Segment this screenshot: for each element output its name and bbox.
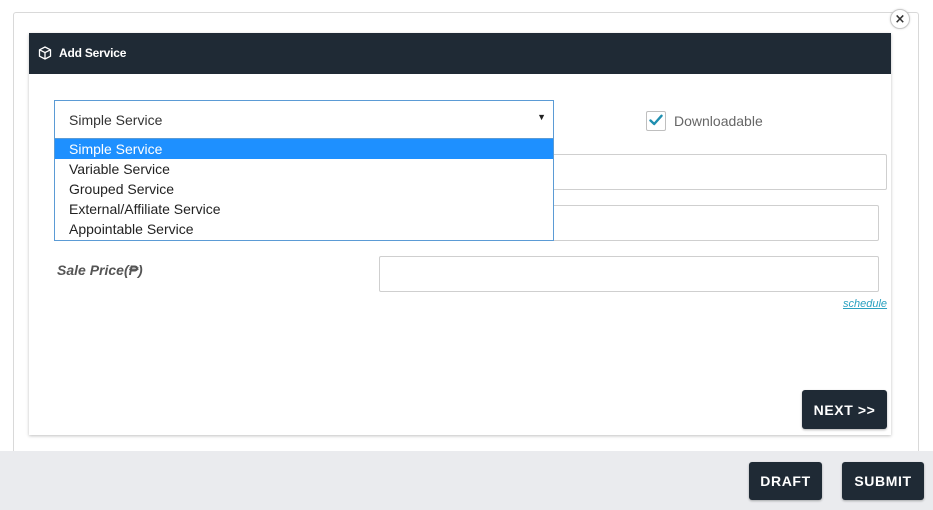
next-button[interactable]: NEXT >>	[802, 390, 887, 429]
option-variable-service[interactable]: Variable Service	[55, 159, 553, 179]
service-type-dropdown: Simple Service Variable Service Grouped …	[54, 139, 554, 241]
service-type-selected: Simple Service	[69, 112, 163, 128]
sale-price-label: Sale Price(₱)	[57, 262, 143, 278]
option-external-affiliate-service[interactable]: External/Affiliate Service	[55, 199, 553, 219]
close-button[interactable]: ×	[890, 9, 910, 29]
schedule-link[interactable]: schedule	[843, 298, 887, 310]
sale-price-input[interactable]	[379, 256, 879, 292]
option-simple-service[interactable]: Simple Service	[55, 139, 553, 159]
option-appointable-service[interactable]: Appointable Service	[55, 219, 553, 239]
checkmark-icon	[649, 114, 663, 126]
option-grouped-service[interactable]: Grouped Service	[55, 179, 553, 199]
submit-button[interactable]: SUBMIT	[842, 462, 924, 500]
panel-title: Add Service	[59, 46, 127, 60]
close-icon: ×	[894, 11, 906, 27]
downloadable-checkbox[interactable]	[646, 111, 666, 131]
downloadable-label: Downloadable	[674, 113, 763, 129]
service-type-select[interactable]: Simple Service ▼	[54, 100, 554, 139]
cube-icon	[38, 46, 52, 60]
panel-header: Add Service	[29, 33, 891, 74]
draft-button[interactable]: DRAFT	[749, 462, 822, 500]
caret-down-icon: ▼	[537, 112, 546, 122]
